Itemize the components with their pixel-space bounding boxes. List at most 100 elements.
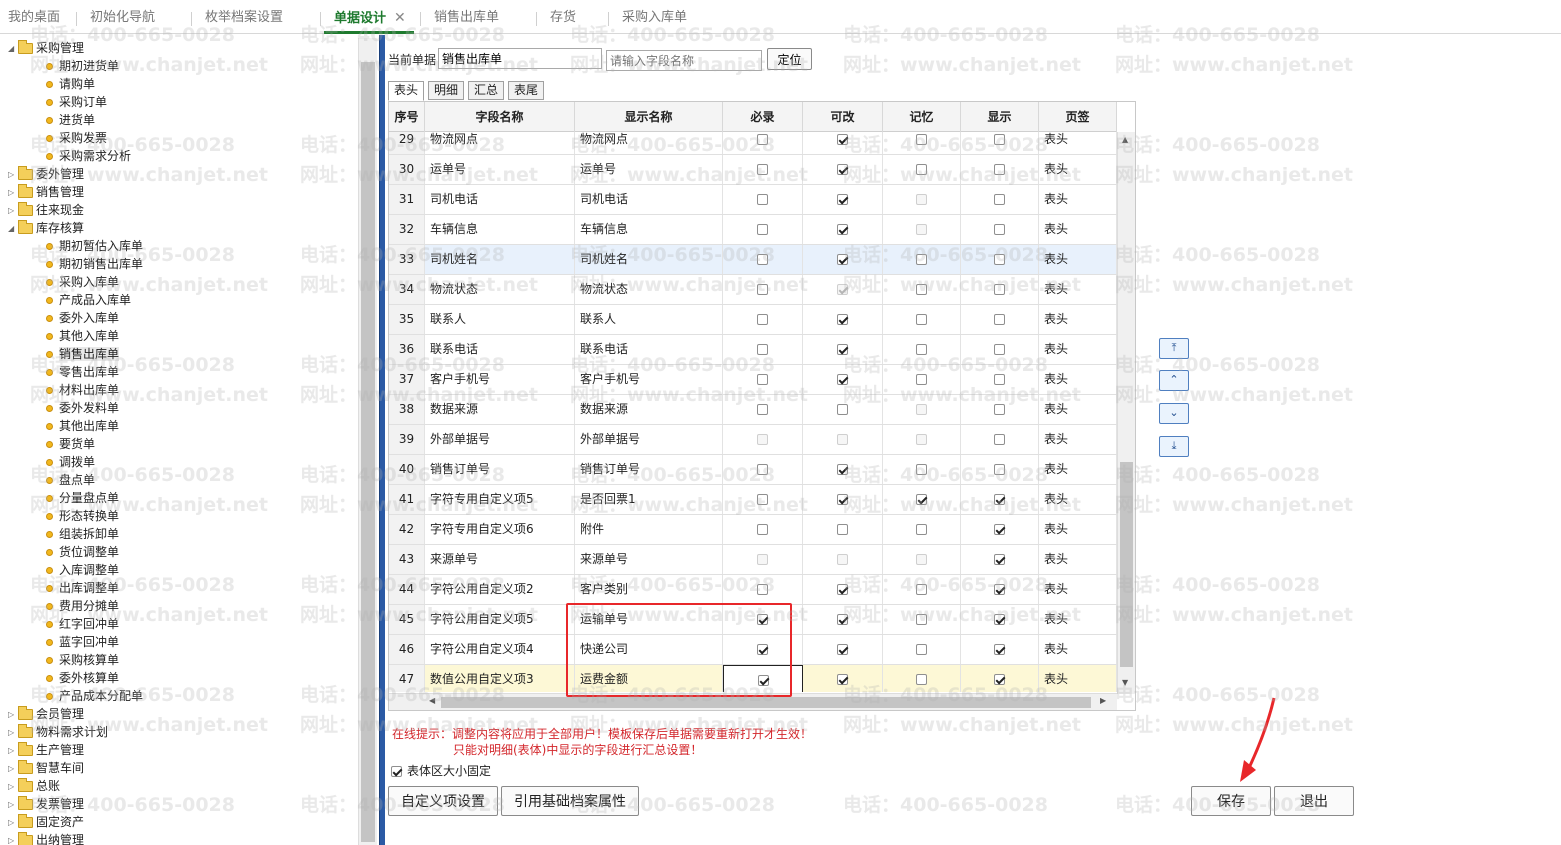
tab-3[interactable]: 单据设计 ✕ <box>324 0 414 34</box>
grid-vscroll-thumb[interactable] <box>1120 462 1133 667</box>
page-cell[interactable]: 表头 <box>1039 665 1117 692</box>
sidebar-scrollbar[interactable] <box>358 38 377 845</box>
table-row[interactable]: 31 司机电话 司机电话 表头 <box>389 185 1117 215</box>
tree-leaf[interactable]: 产成品入库单 <box>46 291 131 309</box>
fixed-size-option[interactable]: 表体区大小固定 <box>391 762 491 779</box>
column-header[interactable]: 序号 <box>389 102 425 132</box>
tree-leaf[interactable]: 货位调整单 <box>46 543 119 561</box>
table-row[interactable]: 39 外部单据号 外部单据号 表头 <box>389 425 1117 455</box>
display-name-cell[interactable]: 运费金额 <box>575 665 723 692</box>
display-name-cell[interactable]: 数据来源 <box>575 395 723 424</box>
panel-splitter[interactable] <box>379 35 385 845</box>
checkbox-edit[interactable] <box>837 374 848 385</box>
tab-1[interactable]: 初始化导航 <box>90 0 155 34</box>
sidebar-scroll-thumb[interactable] <box>361 62 375 842</box>
display-name-cell[interactable]: 物流状态 <box>575 275 723 304</box>
checkbox-req[interactable] <box>757 374 768 385</box>
tab-4[interactable]: 销售出库单 <box>434 0 499 34</box>
column-header[interactable]: 记忆 <box>883 102 961 132</box>
tab-2[interactable]: 枚举档案设置 <box>205 0 283 34</box>
checkbox-req[interactable] <box>757 344 768 355</box>
checkbox-edit[interactable] <box>837 404 848 415</box>
checkbox-mem[interactable] <box>916 134 927 145</box>
checkbox-mem[interactable] <box>916 284 927 295</box>
expand-icon[interactable]: ▷ <box>8 814 18 832</box>
checkbox-show[interactable] <box>994 404 1005 415</box>
table-row[interactable]: 43 来源单号 来源单号 表头 <box>389 545 1117 575</box>
checkbox-edit[interactable] <box>837 314 848 325</box>
checkbox-req[interactable] <box>757 284 768 295</box>
table-row[interactable]: 47 数值公用自定义项3 运费金额 表头 <box>389 665 1117 692</box>
tree-leaf[interactable]: 请购单 <box>46 75 95 93</box>
tree-leaf[interactable]: 销售出库单 <box>46 345 120 363</box>
subtab-0[interactable]: 表头 <box>388 81 425 101</box>
tree-folder[interactable]: ▷ 物料需求计划 <box>8 723 108 741</box>
checkbox-req[interactable] <box>757 494 768 505</box>
grid-vertical-scrollbar[interactable]: ▲ ▼ <box>1117 132 1135 694</box>
tab-0[interactable]: 我的桌面 <box>8 0 60 34</box>
tree-leaf[interactable]: 红字回冲单 <box>46 615 119 633</box>
checkbox-edit[interactable] <box>837 674 848 685</box>
table-row[interactable]: 29 物流网点 物流网点 表头 <box>389 132 1117 155</box>
collapse-icon[interactable]: ◢ <box>8 40 18 58</box>
tree-leaf[interactable]: 委外核算单 <box>46 669 119 687</box>
column-header[interactable]: 字段名称 <box>425 102 575 132</box>
field-search-input[interactable] <box>606 50 762 71</box>
table-row[interactable]: 42 字符专用自定义项6 附件 表头 <box>389 515 1117 545</box>
tree-folder[interactable]: ▷ 发票管理 <box>8 795 84 813</box>
tree-leaf[interactable]: 委外发料单 <box>46 399 119 417</box>
page-cell[interactable]: 表头 <box>1039 455 1117 484</box>
column-header[interactable]: 显示 <box>961 102 1039 132</box>
tree-leaf[interactable]: 蓝字回冲单 <box>46 633 119 651</box>
tree-folder[interactable]: ▷ 出纳管理 <box>8 831 84 845</box>
checkbox-req[interactable] <box>757 164 768 175</box>
tree-leaf[interactable]: 分量盘点单 <box>46 489 119 507</box>
checkbox-show[interactable] <box>994 254 1005 265</box>
checkbox-req[interactable] <box>757 584 768 595</box>
tree-leaf[interactable]: 盘点单 <box>46 471 95 489</box>
expand-icon[interactable]: ▷ <box>8 832 18 845</box>
checkbox-edit[interactable] <box>837 584 848 595</box>
tree-folder[interactable]: ◢ 库存核算 <box>8 219 84 237</box>
display-name-cell[interactable]: 车辆信息 <box>575 215 723 244</box>
page-cell[interactable]: 表头 <box>1039 635 1117 664</box>
table-row[interactable]: 41 字符专用自定义项5 是否回票1 表头 <box>389 485 1117 515</box>
tree-leaf[interactable]: 采购需求分析 <box>46 147 131 165</box>
fixed-size-checkbox[interactable] <box>391 766 402 777</box>
tree-folder[interactable]: ▷ 委外管理 <box>8 165 84 183</box>
tree-folder[interactable]: ▷ 往来现金 <box>8 201 84 219</box>
save-button[interactable]: 保存 <box>1191 786 1271 816</box>
page-cell[interactable]: 表头 <box>1039 545 1117 574</box>
column-header[interactable]: 可改 <box>803 102 883 132</box>
tree-leaf[interactable]: 采购入库单 <box>46 273 119 291</box>
tree-folder[interactable]: ◢ 采购管理 <box>8 39 84 57</box>
scroll-down-icon[interactable]: ▼ <box>1122 678 1128 687</box>
table-row[interactable]: 44 字符公用自定义项2 客户类别 表头 <box>389 575 1117 605</box>
tree-leaf[interactable]: 形态转换单 <box>46 507 119 525</box>
checkbox-show[interactable] <box>994 284 1005 295</box>
checkbox-mem[interactable] <box>916 164 927 175</box>
tree-folder[interactable]: ▷ 智慧车间 <box>8 759 84 777</box>
checkbox-edit[interactable] <box>837 524 848 535</box>
tree-folder[interactable]: ▷ 总账 <box>8 777 60 795</box>
checkbox-req[interactable] <box>757 524 768 535</box>
checkbox-edit[interactable] <box>837 194 848 205</box>
tree-leaf[interactable]: 其他出库单 <box>46 417 119 435</box>
checkbox-edit[interactable] <box>837 344 848 355</box>
expand-icon[interactable]: ▷ <box>8 760 18 778</box>
expand-icon[interactable]: ▷ <box>8 796 18 814</box>
checkbox-mem[interactable] <box>916 614 927 625</box>
tree-leaf[interactable]: 要货单 <box>46 435 95 453</box>
table-row[interactable]: 45 字符公用自定义项5 运输单号 表头 <box>389 605 1117 635</box>
tree-leaf[interactable]: 委外入库单 <box>46 309 119 327</box>
tree-leaf[interactable]: 进货单 <box>46 111 95 129</box>
tree-leaf[interactable]: 调拨单 <box>46 453 95 471</box>
checkbox-show[interactable] <box>994 344 1005 355</box>
table-row[interactable]: 30 运单号 运单号 表头 <box>389 155 1117 185</box>
checkbox-mem[interactable] <box>916 374 927 385</box>
checkbox-edit[interactable] <box>837 254 848 265</box>
subtab-3[interactable]: 表尾 <box>508 81 545 100</box>
tree-leaf[interactable]: 其他入库单 <box>46 327 119 345</box>
table-row[interactable]: 36 联系电话 联系电话 表头 <box>389 335 1117 365</box>
checkbox-show[interactable] <box>994 494 1005 505</box>
